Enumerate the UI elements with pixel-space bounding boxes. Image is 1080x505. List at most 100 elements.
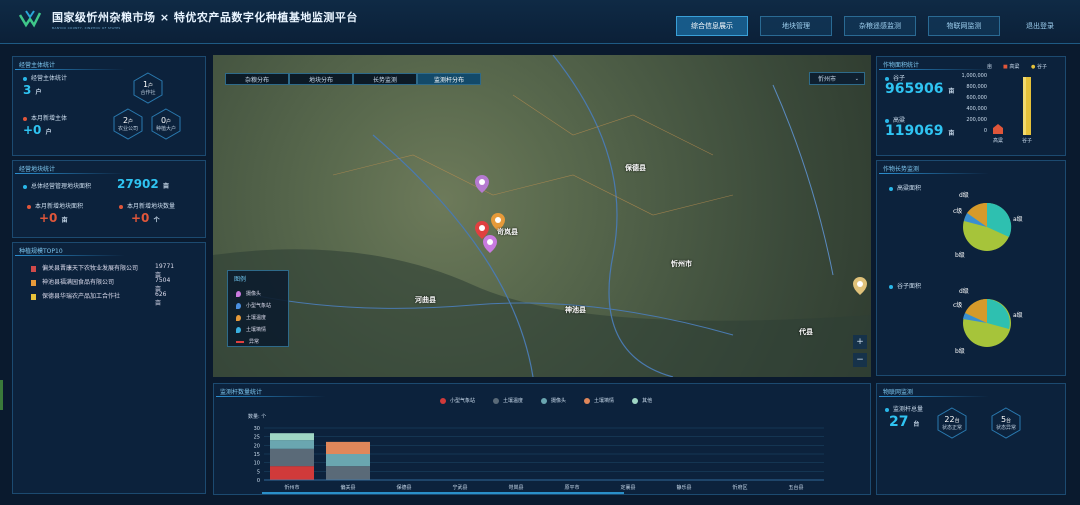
legend-item: 土壤温度 (493, 397, 523, 404)
dot-icon (23, 184, 27, 189)
total-business-value: 3 户 (23, 83, 42, 97)
tab-grain-distribution[interactable]: 杂粮分布 (225, 73, 289, 85)
flag-icon (31, 293, 36, 300)
millet-value: 965906 亩 (885, 81, 955, 97)
dot-icon (23, 116, 27, 121)
sorghum-bar (993, 124, 1003, 134)
panel-title: 作物长势监测 (878, 166, 990, 174)
bar-segment (270, 448, 314, 467)
legend-item: 土壤温度 (236, 314, 266, 321)
ranking-row[interactable]: 保德县华瑞农产品加工合作社 626亩 (31, 291, 166, 307)
new-area-value: +0 亩 (39, 211, 68, 225)
legend-item: ● 谷子 (1031, 64, 1047, 70)
millet-area-label: 谷子面积 (889, 281, 921, 290)
y-tick-label: 30 (254, 426, 260, 432)
y-tick-label: 15 (254, 452, 260, 458)
page-subtitle: BANYOU COUNTY, XINZHOU OF STATES (52, 26, 121, 30)
pie-label: b级 (955, 251, 965, 259)
x-tick-label: 五台县 (788, 484, 803, 491)
y-tick-label: 5 (257, 469, 260, 475)
nav-overview[interactable]: 综合信息展示 (676, 16, 748, 36)
growth-panel: 作物长势监测 高粱面积 d级 c级 a级 b级 谷子面积 d级 c级 a级 b级 (876, 160, 1066, 376)
panel-title: 经营地块统计 (14, 166, 126, 174)
dot-icon (27, 204, 31, 209)
pie-label: a级 (1013, 215, 1023, 223)
plots-panel: 经营地块统计 总体经营管理地块面积 27902 亩 本月新增地块面积 +0 亩 … (12, 160, 206, 238)
bar-segment (326, 454, 370, 467)
sorghum-area-label: 高粱面积 (889, 183, 921, 192)
x-tick-label: 保德县 (396, 484, 411, 491)
y-tick-label: 0 (257, 478, 260, 484)
legend-item: ■ 高粱 (1003, 64, 1020, 70)
legend-item: 其他 (632, 397, 652, 404)
logout-button[interactable]: 退出登录 (1012, 16, 1068, 36)
alert-icon (236, 340, 244, 343)
map-view[interactable]: 杂粮分布 地块分布 长势监测 监测杆分布 忻州市 ⌄ 河曲县 神池县 岢岚县 代县… (213, 55, 871, 377)
tab-growth-monitoring[interactable]: 长势监测 (353, 73, 417, 85)
iot-panel: 物联网监测 监测杆总量 27 台 22台 状态正常 5台 状态异常 (876, 383, 1066, 495)
side-tab[interactable] (0, 380, 3, 410)
tab-plot-distribution[interactable]: 地块分布 (289, 73, 353, 85)
map-label: 岢岚县 (497, 228, 518, 236)
nav-remote-sensing[interactable]: 杂粮遥感监测 (844, 16, 916, 36)
sorghum-pie-chart: d级 c级 a级 b级 (953, 191, 1023, 259)
page-title: 国家级忻州杂粮市场 × 特优农产品数字化种植基地监测平台 (52, 11, 358, 24)
ranking-row[interactable]: 神池县福满园食品有限公司 7504亩 (31, 277, 170, 293)
legend-item: 小型气象站 (440, 397, 475, 404)
y-tick-label: 10 (254, 461, 260, 467)
pie-label: d级 (959, 287, 969, 295)
normal-status-hex: 22台 状态正常 (935, 406, 969, 440)
axis-tick: 1,000,000 (961, 73, 987, 79)
nav-plot-management[interactable]: 地块管理 (760, 16, 832, 36)
map-label: 忻州市 (671, 260, 692, 268)
flag-icon (31, 279, 36, 286)
panel-title: 经营主体统计 (14, 62, 126, 70)
soil-moisture-icon (236, 326, 241, 333)
panel-title: 种植规模TOP10 (15, 248, 125, 256)
axis-tick: 0 (983, 128, 987, 134)
app-logo (18, 10, 42, 28)
chevron-down-icon: ⌄ (854, 75, 859, 82)
zoom-in-button[interactable]: + (853, 335, 867, 349)
dot-icon (119, 204, 123, 209)
category-label: 高粱 (993, 138, 1004, 144)
x-tick-label: 静乐县 (676, 484, 691, 491)
millet-bar (1023, 77, 1031, 135)
thermometer-icon (236, 314, 241, 321)
city-select[interactable]: 忻州市 ⌄ (809, 72, 865, 85)
nav-iot-monitoring[interactable]: 物联网监测 (928, 16, 1000, 36)
ranking-row[interactable]: 偏关县晋康天下农牧业发展有限公司 19771亩 (31, 263, 174, 279)
legend-item: 摄像头 (541, 397, 566, 404)
x-tick-label: 忻府区 (732, 484, 747, 491)
chart-scrollbar (262, 492, 624, 494)
new-count-value: +0 个 (131, 211, 160, 225)
category-label: 谷子 (1022, 138, 1033, 144)
total-business-label: 经营主体统计 (23, 73, 67, 82)
crop-area-panel: 作物面积统计 谷子 965906 亩 高粱 119069 亩 亩 ■ 高粱 ● … (876, 56, 1066, 156)
legend-item: 小型气象站 (236, 302, 271, 309)
dot-icon (885, 76, 889, 81)
x-tick-label: 岢岚县 (508, 484, 523, 491)
map-tabs: 杂粮分布 地块分布 长势监测 监测杆分布 (225, 73, 481, 85)
bar-segment (270, 433, 314, 441)
camera-marker-icon[interactable] (483, 235, 497, 253)
x-tick-label: 偏关县 (340, 484, 355, 491)
new-area-label: 本月新增地块面积 (27, 201, 83, 210)
camera-marker-icon[interactable] (475, 175, 489, 193)
pole-total-label: 监测杆总量 (885, 404, 923, 413)
zoom-out-button[interactable]: − (853, 353, 867, 367)
dot-icon (885, 118, 889, 123)
terrain-layer (213, 55, 871, 377)
map-label: 河曲县 (415, 296, 436, 304)
coop-hex: 1户 合作社 (131, 71, 165, 105)
dot-icon (23, 76, 27, 81)
x-tick-label: 定襄县 (620, 484, 635, 491)
dot-icon (889, 186, 893, 191)
pie-label: c级 (953, 301, 962, 309)
bar-segment (270, 440, 314, 449)
chart-legend: 小型气象站 土壤温度 摄像头 土壤墒情 其他 (440, 397, 652, 404)
millet-pie-chart: d级 c级 a级 b级 (953, 287, 1023, 355)
tab-pole-distribution[interactable]: 监测杆分布 (417, 73, 481, 85)
camera-marker-icon[interactable] (853, 277, 867, 295)
map-label: 代县 (799, 328, 813, 336)
